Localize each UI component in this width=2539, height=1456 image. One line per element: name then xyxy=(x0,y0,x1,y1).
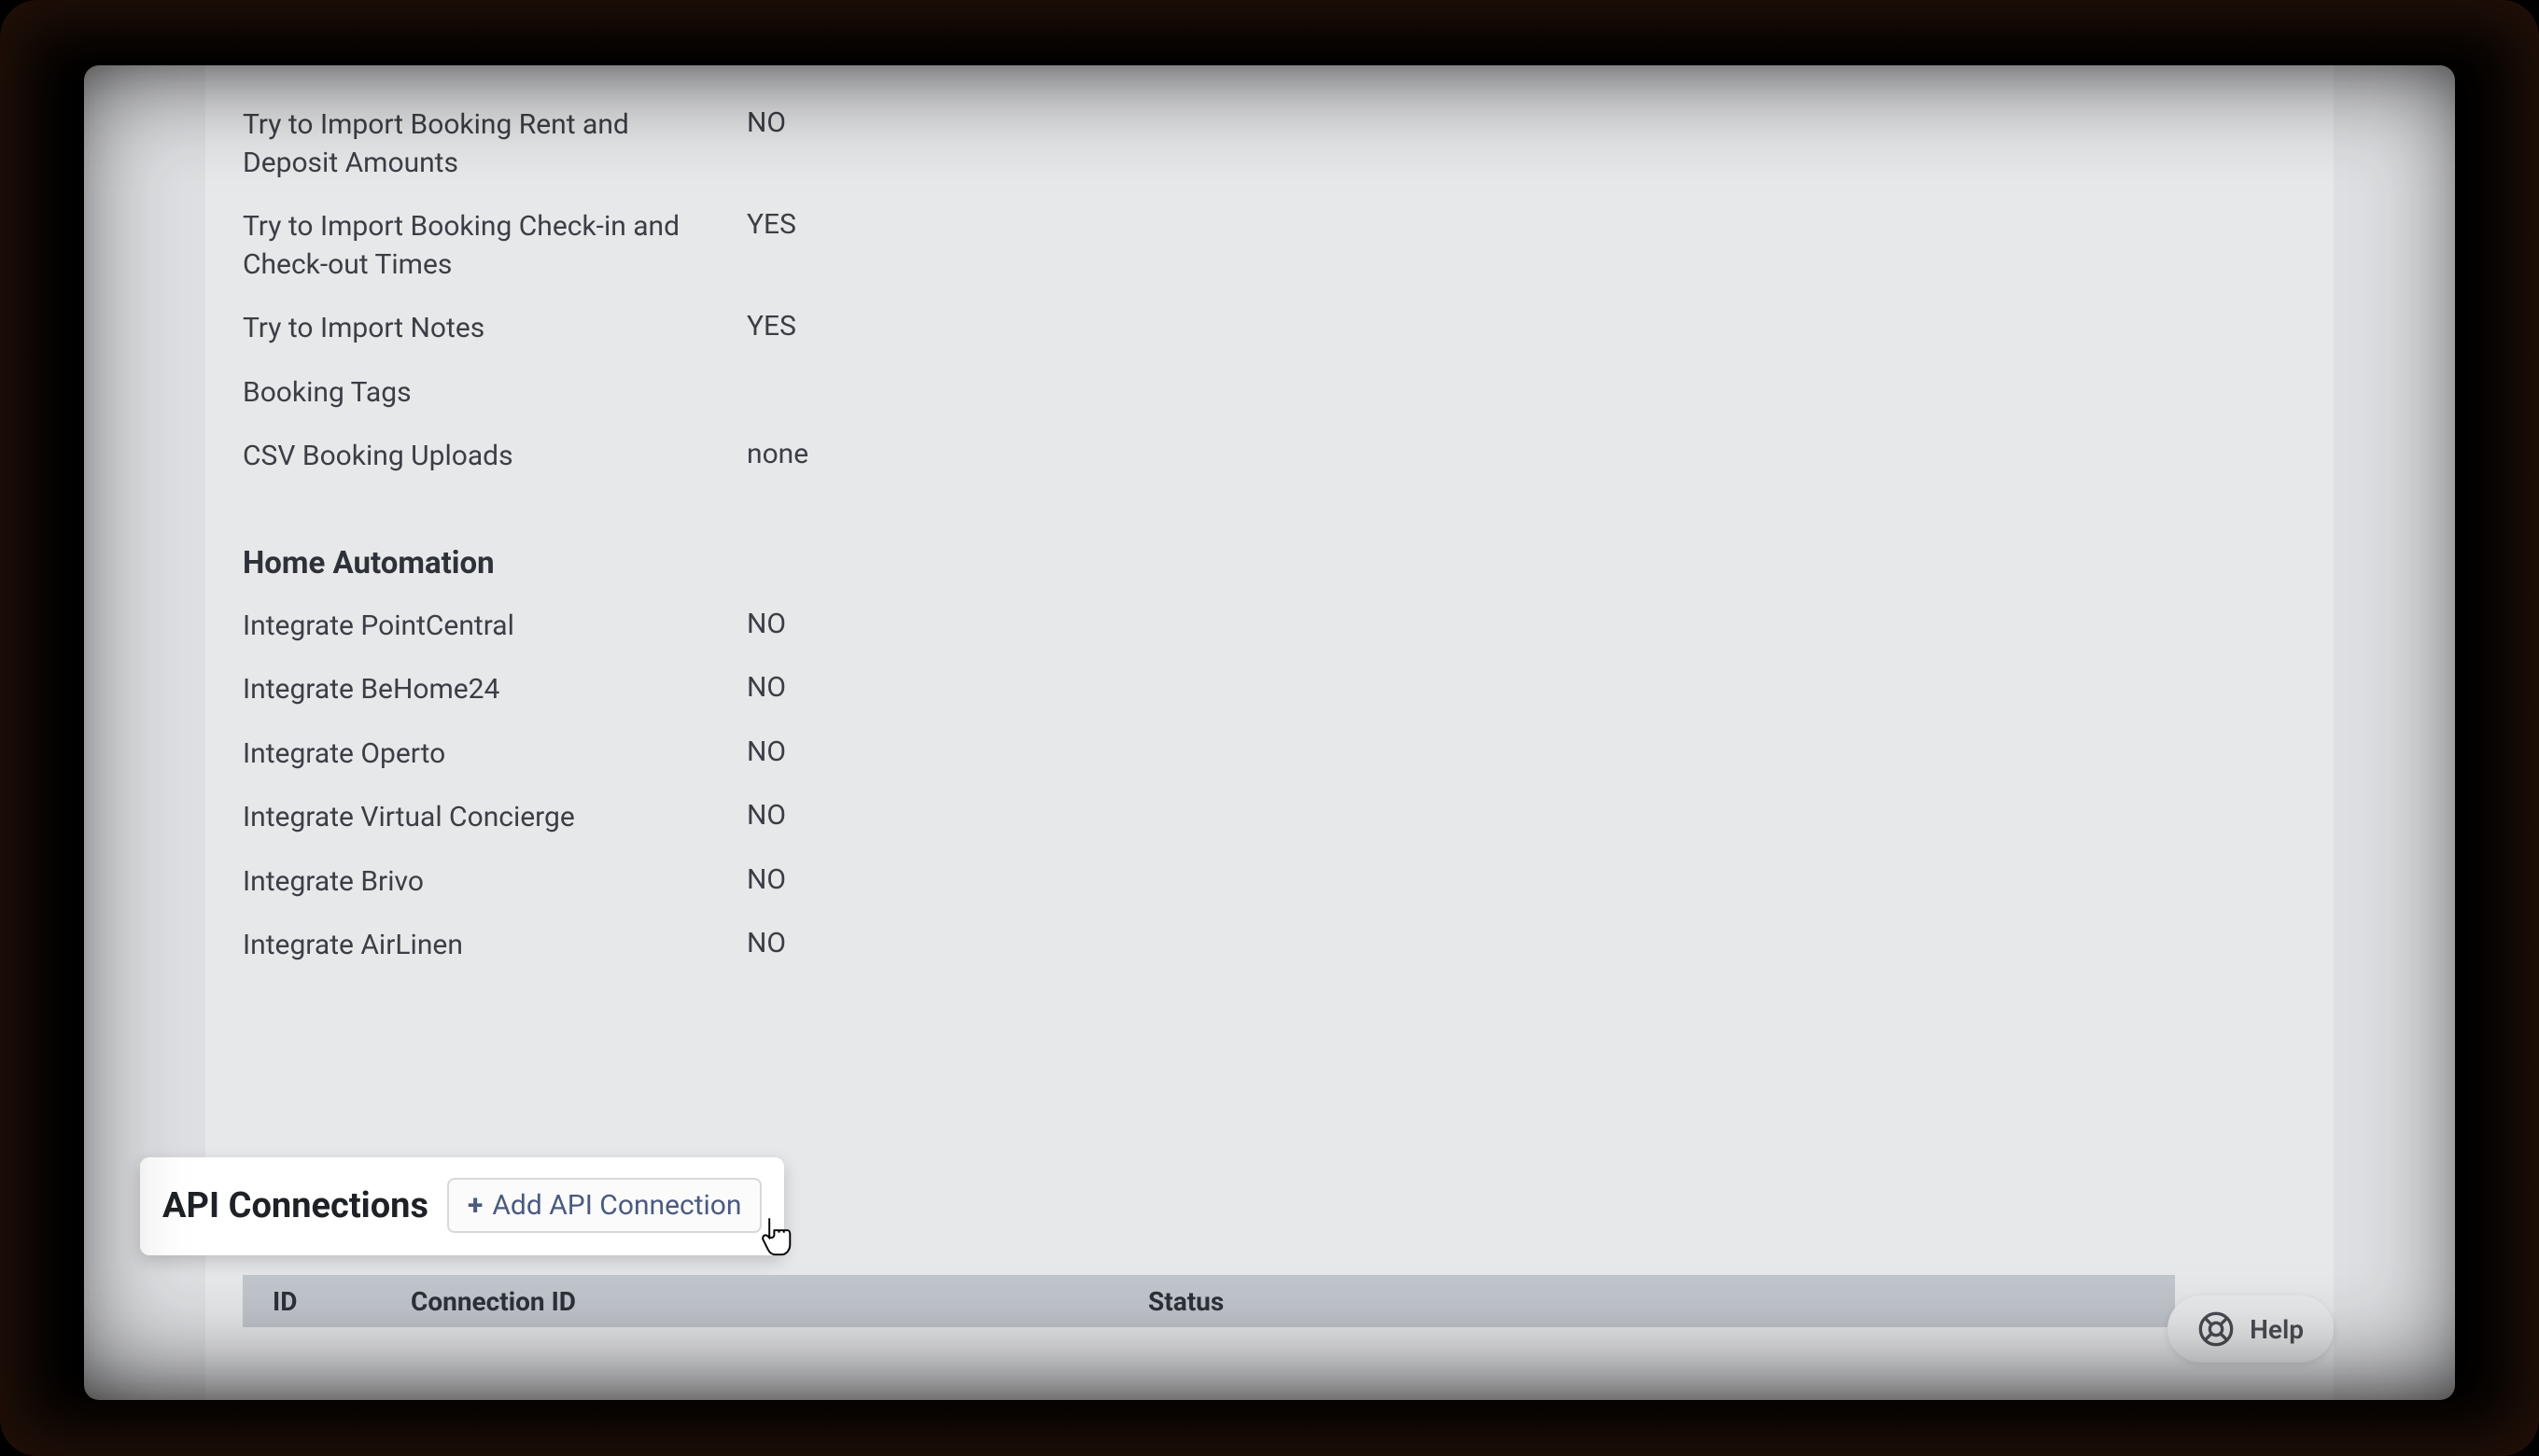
setting-label: Try to Import Booking Rent and Deposit A… xyxy=(243,106,747,182)
setting-row: Integrate Virtual Concierge NO xyxy=(243,786,2296,850)
setting-value: NO xyxy=(747,671,2296,704)
setting-value: NO xyxy=(747,799,2296,832)
setting-row: Try to Import Notes YES xyxy=(243,297,2296,361)
table-column-connection-id: Connection ID xyxy=(411,1286,1148,1317)
setting-value: NO xyxy=(747,735,2296,768)
add-api-connection-label: Add API Connection xyxy=(492,1189,741,1222)
setting-row: Integrate BeHome24 NO xyxy=(243,658,2296,722)
api-connections-table-header: ID Connection ID Status xyxy=(243,1275,2175,1327)
api-connections-card: API Connections + Add API Connection xyxy=(140,1157,784,1255)
table-column-status: Status xyxy=(1148,1286,2175,1317)
lifebuoy-icon xyxy=(2197,1310,2235,1348)
setting-value: none xyxy=(747,438,2296,470)
home-automation-heading: Home Automation xyxy=(205,489,2334,595)
setting-value: YES xyxy=(747,310,2296,343)
setting-label: CSV Booking Uploads xyxy=(243,438,747,476)
setting-label: Integrate Operto xyxy=(243,735,747,774)
setting-label: Integrate AirLinen xyxy=(243,927,747,965)
setting-label: Integrate Virtual Concierge xyxy=(243,799,747,837)
import-settings-list: Try to Import Booking Rent and Deposit A… xyxy=(205,93,2334,489)
home-automation-list: Integrate PointCentral NO Integrate BeHo… xyxy=(205,595,2334,978)
outer-frame: Try to Import Booking Rent and Deposit A… xyxy=(0,0,2539,1456)
setting-row: Booking Tags xyxy=(243,361,2296,426)
help-button[interactable]: Help xyxy=(2167,1295,2334,1363)
setting-value: NO xyxy=(747,106,2296,139)
api-connections-heading: API Connections xyxy=(162,1185,428,1226)
setting-label: Integrate Brivo xyxy=(243,863,747,902)
setting-row: Try to Import Booking Rent and Deposit A… xyxy=(243,93,2296,195)
setting-row: Integrate PointCentral NO xyxy=(243,595,2296,659)
setting-label: Integrate BeHome24 xyxy=(243,671,747,709)
setting-value: NO xyxy=(747,927,2296,959)
setting-value: YES xyxy=(747,208,2296,241)
setting-row: CSV Booking Uploads none xyxy=(243,425,2296,489)
setting-row: Try to Import Booking Check-in and Check… xyxy=(243,195,2296,297)
setting-label: Booking Tags xyxy=(243,374,747,413)
setting-value: NO xyxy=(747,608,2296,640)
setting-label: Try to Import Booking Check-in and Check… xyxy=(243,208,747,284)
setting-label: Integrate PointCentral xyxy=(243,608,747,646)
page-card: Try to Import Booking Rent and Deposit A… xyxy=(84,65,2455,1400)
add-api-connection-button[interactable]: + Add API Connection xyxy=(447,1178,762,1233)
setting-row: Integrate Brivo NO xyxy=(243,850,2296,915)
help-label: Help xyxy=(2250,1314,2304,1345)
setting-value: NO xyxy=(747,863,2296,896)
setting-row: Integrate AirLinen NO xyxy=(243,914,2296,978)
plus-icon: + xyxy=(468,1189,483,1222)
setting-row: Integrate Operto NO xyxy=(243,722,2296,787)
setting-label: Try to Import Notes xyxy=(243,310,747,348)
table-column-id: ID xyxy=(243,1286,411,1317)
